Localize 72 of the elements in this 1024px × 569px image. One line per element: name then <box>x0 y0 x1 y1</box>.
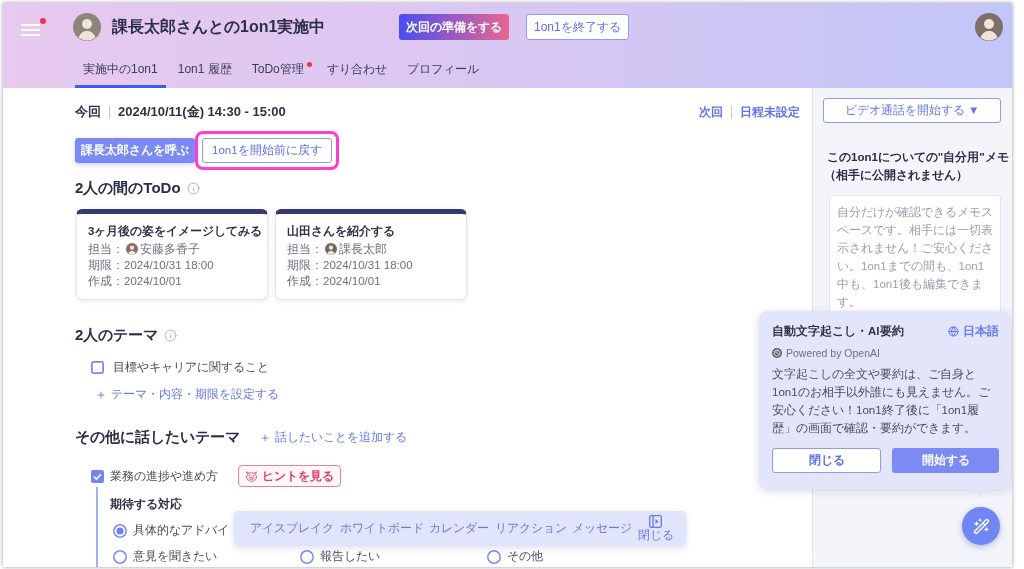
topic-label: 業務の進捗や進め方 <box>110 468 218 484</box>
assignee-name: 安藤多香子 <box>140 241 200 257</box>
tab[interactable]: ToDo管理 <box>243 51 315 88</box>
start-button[interactable]: 開始する <box>892 448 999 473</box>
session-datetime: 2024/10/11(金) 14:30 - 15:00 <box>118 103 286 121</box>
option-label: 具体的なアドバイ <box>133 523 229 538</box>
session-label: 今回 <box>75 103 101 121</box>
knot-logo-icon <box>772 348 782 358</box>
add-topic-link[interactable]: 話したいことを追加する <box>260 430 407 445</box>
radio-button[interactable] <box>487 549 501 564</box>
next-session-label: 次回 <box>699 103 723 121</box>
radio-button[interactable] <box>300 549 314 564</box>
todo-card[interactable]: 山田さんを紹介する 担当： 課長太郎 期限：2024/10/31 18:00 作成：2024/10/01 <box>275 209 467 300</box>
toolbar-item[interactable]: カレンダー <box>429 521 490 536</box>
checkbox[interactable] <box>91 361 104 374</box>
section-title: 2人のテーマ <box>75 326 159 345</box>
option-label: 報告したい <box>320 549 380 564</box>
todo-title: 3ヶ月後の姿をイメージしてみる <box>88 224 259 239</box>
created-date: 作成：2024/10/01 <box>287 273 381 289</box>
close-button[interactable]: 閉じる <box>772 448 881 473</box>
option-label: その他 <box>507 549 543 564</box>
checkbox[interactable] <box>91 469 104 483</box>
todo-card[interactable]: 3ヶ月後の姿をイメージしてみる 担当： 安藤多香子 期限：2024/10/31 18:00 作成：2024/10/01 <box>76 209 268 300</box>
hint-button[interactable]: ヒントを見る <box>238 465 341 487</box>
pig-face-icon <box>245 470 258 482</box>
toolbar-item[interactable]: リアクション <box>494 521 567 536</box>
globe-icon <box>948 326 959 337</box>
memo-title: この1on1についての"自分用"メモ <box>827 150 1009 165</box>
section-title: その他に話したいテーマ <box>75 428 240 447</box>
prepare-next-button[interactable]: 次回の準備をする <box>399 14 509 40</box>
tab[interactable]: 実施中の1on1 <box>75 51 166 88</box>
partner-avatar <box>73 13 101 41</box>
info-icon[interactable] <box>164 329 178 342</box>
revert-button[interactable]: 1on1を開始前に戻す <box>202 138 332 163</box>
toolbar-item[interactable]: メッセージ <box>572 521 633 536</box>
option-label: 意見を聞きたい <box>133 549 217 564</box>
plus-icon <box>260 432 270 443</box>
due-date: 期限：2024/10/31 18:00 <box>88 257 214 273</box>
todo-title: 山田さんを紹介する <box>287 224 396 239</box>
assignee-label: 担当： <box>287 241 323 257</box>
add-theme-link[interactable]: テーマ・内容・期限を設定する <box>96 387 279 402</box>
response-title: 期待する対応 <box>110 497 183 512</box>
call-partner-button[interactable]: 課長太郎さんを呼ぶ <box>75 138 195 163</box>
close-toolbar-button[interactable]: 閉じる <box>637 515 674 542</box>
due-date: 期限：2024/10/31 18:00 <box>287 257 413 273</box>
toolbar-item[interactable]: ホワイトボード <box>339 521 424 536</box>
language-button[interactable]: 日本語 <box>948 324 999 339</box>
tab[interactable]: すり合わせ <box>318 51 395 88</box>
schedule-link[interactable]: 日程未設定 <box>740 103 800 121</box>
toolbar-item[interactable]: アイスブレイク <box>250 521 334 536</box>
menu-icon <box>21 23 40 36</box>
section-title: 2人の間のToDo <box>75 179 181 198</box>
plus-icon <box>96 389 106 400</box>
assignee-avatar <box>325 243 337 255</box>
user-avatar[interactable] <box>975 13 1003 41</box>
radio-button[interactable] <box>113 523 127 538</box>
video-call-button[interactable]: ビデオ通話を開始する ▼ <box>823 98 1001 123</box>
panel-icon <box>649 515 663 528</box>
page-title: 課長太郎さんとの1on1実施中 <box>112 16 326 37</box>
magic-wand-icon <box>972 517 990 535</box>
tab[interactable]: プロフィール <box>398 51 487 88</box>
info-icon[interactable] <box>186 182 200 195</box>
end-session-button[interactable]: 1on1を終了する <box>526 14 629 40</box>
theme-label: 目標やキャリアに関すること <box>113 360 269 375</box>
tab[interactable]: 1on1 履歴 <box>169 51 240 88</box>
assignee-label: 担当： <box>88 241 124 257</box>
memo-note: （相手に公開されません） <box>824 168 968 183</box>
assignee-avatar <box>126 243 138 255</box>
menu-button[interactable] <box>21 17 46 37</box>
created-date: 作成：2024/10/01 <box>88 273 182 289</box>
radio-button[interactable] <box>113 549 127 564</box>
assignee-name: 課長太郎 <box>339 241 387 257</box>
